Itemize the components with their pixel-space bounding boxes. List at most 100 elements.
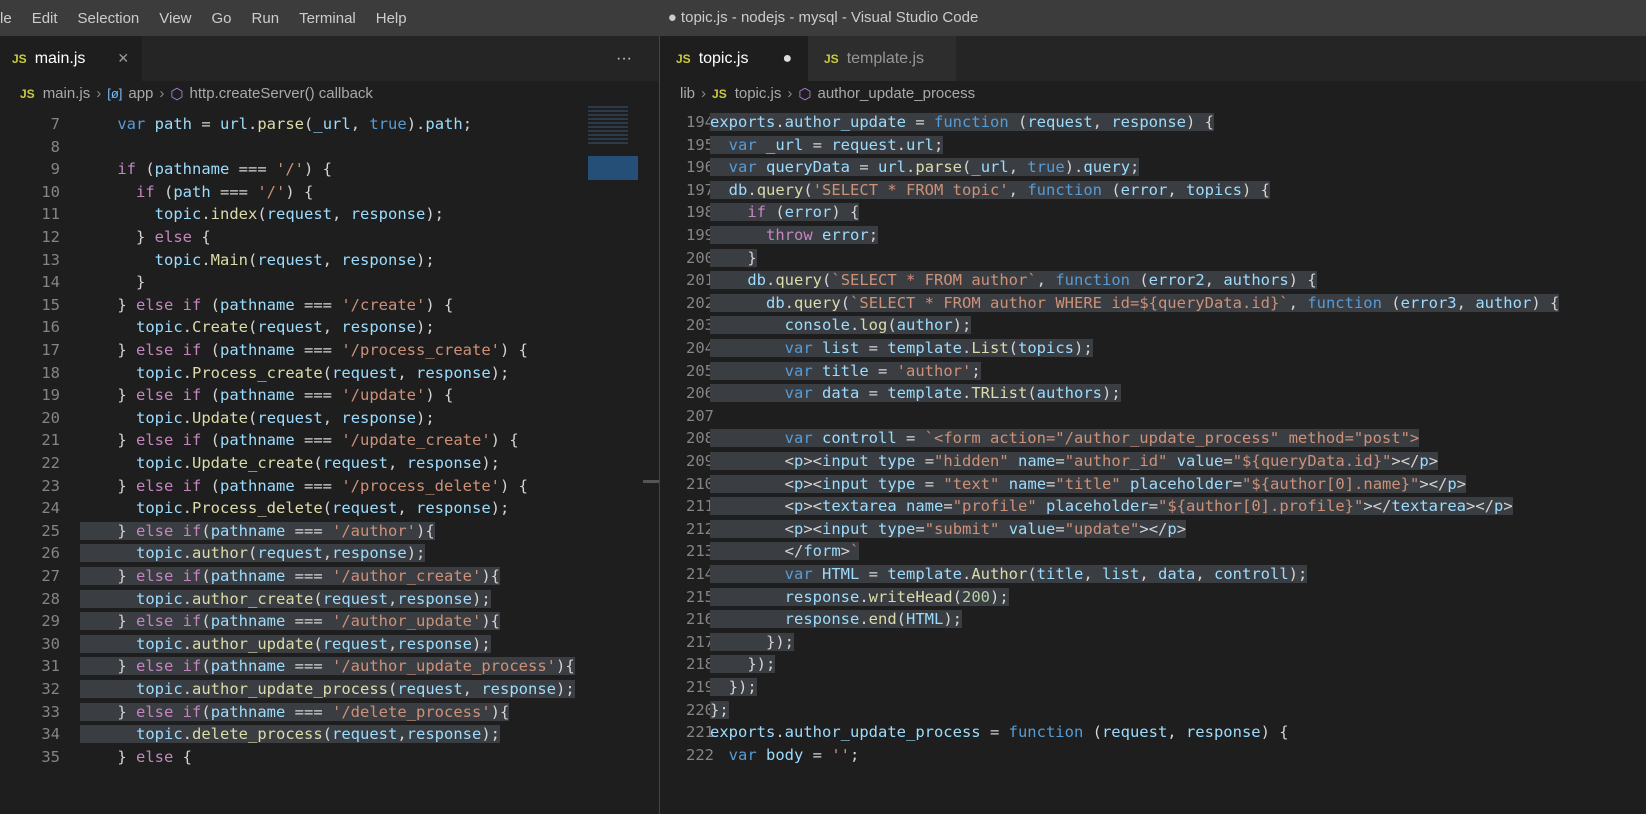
menu-terminal[interactable]: Terminal: [299, 10, 356, 27]
code-line[interactable]: } else if(pathname === '/author_update_p…: [80, 655, 575, 679]
code-line[interactable]: }: [710, 247, 757, 271]
code-line[interactable]: topic.Update_create(request, response);: [80, 452, 500, 476]
cube-icon: ⬡: [798, 85, 812, 103]
menu-go[interactable]: Go: [212, 10, 232, 27]
code-line[interactable]: } else {: [80, 746, 192, 770]
code-line[interactable]: });: [710, 653, 776, 677]
code-line[interactable]: db.query(`SELECT * FROM author`, functio…: [710, 269, 1317, 293]
right-editor[interactable]: 194 exports.author_update = function (req…: [660, 106, 1646, 814]
code-line[interactable]: } else if(pathname === '/author'){: [80, 520, 435, 544]
code-line[interactable]: } else if (pathname === '/update_create'…: [80, 429, 518, 453]
line-number: 8: [50, 137, 60, 156]
line-number: 12: [41, 228, 60, 246]
line-number: 217: [686, 632, 714, 651]
code-line[interactable]: topic.Main(request, response);: [80, 249, 435, 273]
code-line[interactable]: var data = template.TRList(authors);: [710, 382, 1121, 406]
code-line[interactable]: });: [710, 631, 794, 655]
more-actions-icon[interactable]: ···: [616, 36, 632, 81]
code-line[interactable]: topic.index(request, response);: [80, 203, 444, 227]
code-line[interactable]: db.query(`SELECT * FROM author WHERE id=…: [710, 292, 1560, 316]
code-line[interactable]: } else if(pathname === '/delete_process'…: [80, 701, 510, 725]
code-line[interactable]: exports.author_update_process = function…: [710, 721, 1289, 745]
code-line[interactable]: response.writeHead(200);: [710, 586, 1009, 610]
code-line[interactable]: } else if (pathname === '/update') {: [80, 384, 453, 408]
code-line[interactable]: } else if (pathname === '/process_create…: [80, 339, 528, 363]
code-line[interactable]: };: [710, 699, 729, 723]
code-line[interactable]: var path = url.parse(_url, true).path;: [80, 113, 472, 137]
code-line[interactable]: if (path === '/') {: [80, 181, 313, 205]
js-file-icon: JS: [676, 51, 691, 66]
code-line[interactable]: });: [710, 676, 757, 700]
line-number: 27: [41, 567, 60, 585]
line-number: 221: [686, 723, 714, 742]
code-line[interactable]: topic.author_update(request,response);: [80, 633, 491, 657]
code-line[interactable]: console.log(author);: [710, 314, 972, 338]
code-line[interactable]: db.query('SELECT * FROM topic', function…: [710, 179, 1271, 203]
code-line[interactable]: <p><input type = "text" name="title" pla…: [710, 473, 1467, 497]
code-line[interactable]: var title = 'author';: [710, 360, 981, 384]
code-line[interactable]: exports.author_update = function (reques…: [710, 111, 1214, 135]
line-number: 202: [686, 293, 714, 312]
code-line[interactable]: topic.Process_delete(request, response);: [80, 497, 509, 521]
code-line[interactable]: </form>`: [710, 540, 860, 564]
menu-view[interactable]: View: [159, 10, 191, 27]
line-number: 19: [41, 386, 60, 405]
code-line[interactable]: <p><input type ="hidden" name="author_id…: [710, 450, 1439, 474]
line-number: 11: [41, 205, 60, 224]
line-number: 211: [686, 497, 714, 516]
breadcrumb-symbol[interactable]: app: [128, 85, 153, 102]
code-line[interactable]: topic.author(request,response);: [80, 542, 426, 566]
tab-topic-js[interactable]: JS topic.js ●: [660, 36, 808, 81]
code-line[interactable]: response.end(HTML);: [710, 608, 962, 632]
breadcrumb-folder[interactable]: lib: [680, 85, 695, 102]
code-line[interactable]: <p><textarea name="profile" placeholder=…: [710, 495, 1513, 519]
line-number: 208: [686, 429, 714, 448]
code-line[interactable]: } else if (pathname === '/create') {: [80, 294, 453, 318]
code-line[interactable]: topic.Create(request, response);: [80, 316, 435, 340]
code-line[interactable]: }: [80, 271, 145, 295]
code-line[interactable]: topic.author_create(request,response);: [80, 588, 491, 612]
code-line[interactable]: if (pathname === '/') {: [80, 158, 332, 182]
minimap[interactable]: [582, 106, 642, 814]
line-number: 32: [41, 680, 60, 698]
code-line[interactable]: var _url = request.url;: [710, 134, 944, 158]
line-number: 30: [41, 634, 60, 653]
code-line[interactable]: topic.Update(request, response);: [80, 407, 435, 431]
code-line[interactable]: var HTML = template.Author(title, list, …: [710, 563, 1308, 587]
tab-main-js[interactable]: JS main.js ✕: [0, 36, 142, 81]
code-line[interactable]: } else if(pathname === '/author_update')…: [80, 610, 500, 634]
title-bar: ● topic.js - nodejs - mysql - Visual Stu…: [0, 0, 1646, 36]
breadcrumb-callback[interactable]: http.createServer() callback: [190, 85, 373, 102]
close-icon[interactable]: ✕: [117, 50, 129, 67]
code-line[interactable]: throw error;: [710, 224, 879, 248]
line-number: 210: [686, 474, 714, 493]
code-line[interactable]: } else if(pathname === '/author_create')…: [80, 565, 500, 589]
left-tab-bar: JS main.js ✕ ···: [0, 36, 659, 81]
line-number: 24: [41, 499, 60, 518]
code-line[interactable]: } else {: [80, 226, 211, 250]
code-line[interactable]: topic.Process_create(request, response);: [80, 362, 509, 386]
menu-edit[interactable]: Edit: [32, 10, 58, 27]
unsaved-dot-icon[interactable]: ●: [782, 50, 792, 68]
code-line[interactable]: if (error) {: [710, 201, 860, 225]
line-number: 14: [41, 273, 60, 292]
code-line[interactable]: var queryData = url.parse(_url, true).qu…: [710, 156, 1140, 180]
code-line[interactable]: } else if (pathname === '/process_delete…: [80, 475, 528, 499]
menu-run[interactable]: Run: [252, 10, 280, 27]
tab-template-js[interactable]: JS template.js: [808, 36, 956, 81]
code-line[interactable]: var body = '';: [710, 744, 860, 768]
breadcrumb-file[interactable]: main.js: [43, 85, 91, 102]
line-number: 33: [41, 702, 60, 721]
code-line[interactable]: var list = template.List(topics);: [710, 337, 1093, 361]
breadcrumb: lib › JS topic.js › ⬡ author_update_proc…: [680, 81, 975, 106]
code-line[interactable]: topic.author_update_process(request, res…: [80, 678, 575, 702]
breadcrumb-file[interactable]: topic.js: [735, 85, 782, 102]
menu-file[interactable]: le: [0, 10, 12, 27]
code-line[interactable]: topic.delete_process(request,response);: [80, 723, 501, 747]
menu-help[interactable]: Help: [376, 10, 407, 27]
breadcrumb-symbol[interactable]: author_update_process: [818, 85, 976, 102]
code-line[interactable]: var controll = `<form action="/author_up…: [710, 427, 1420, 451]
code-line[interactable]: <p><input type="submit" value="update"><…: [710, 518, 1187, 542]
left-editor[interactable]: 7 var path = url.parse(_url, true).path;…: [0, 106, 582, 814]
menu-selection[interactable]: Selection: [78, 10, 140, 27]
